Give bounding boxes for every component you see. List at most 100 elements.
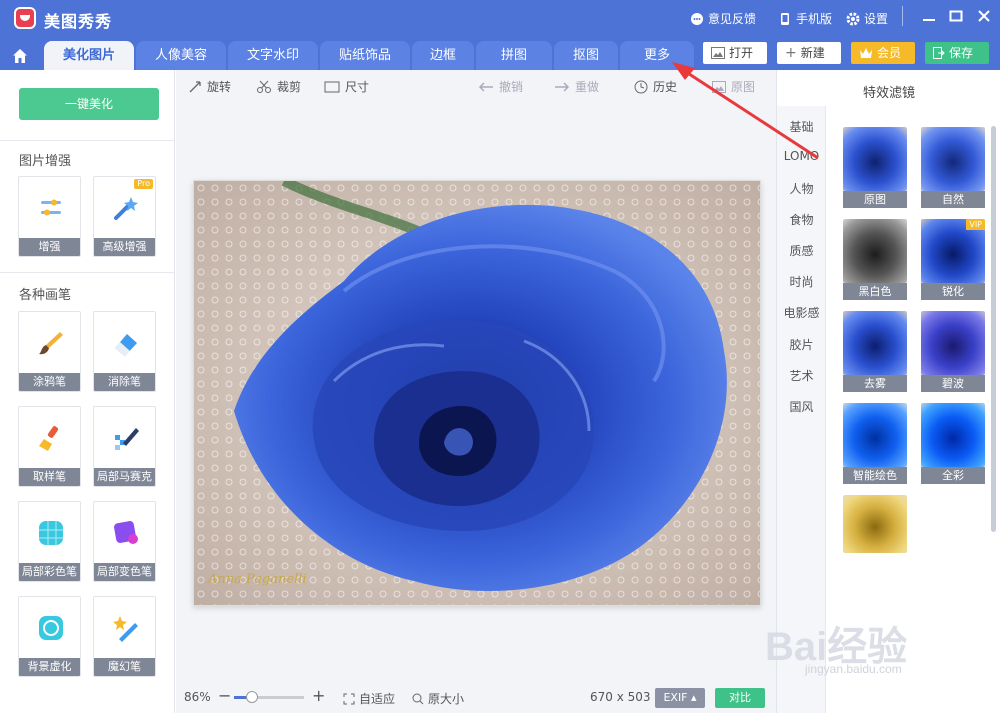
tool-doodle-pen[interactable]: 涂鸦笔 [18,311,81,392]
filter-original[interactable]: 原图 [843,127,907,209]
title-bar: 美图秀秀 意见反馈 手机版 设置 [0,0,1000,36]
filter-label: 自然 [921,191,985,208]
export-icon [933,47,945,59]
canvas-area: 旋转 裁剪 尺寸 撤销 重做 历史 原图 Anna Paganelli 86% … [176,70,776,713]
app-title: 美图秀秀 [44,12,113,31]
filter-dehaze[interactable]: 去雾 [843,311,907,393]
filter-smart-color[interactable]: 智能绘色 [843,403,907,485]
original-button[interactable]: 原图 [712,78,755,95]
tool-mosaic[interactable]: 局部马赛克 [93,406,156,487]
tab-collage[interactable]: 拼图 [476,41,552,70]
category-fashion[interactable]: 时尚 [777,273,826,290]
size-label: 尺寸 [345,80,370,94]
clock-icon [634,80,648,93]
tab-cutout[interactable]: 抠图 [554,41,618,70]
tool-label: 魔幻笔 [94,658,155,676]
new-label: 新建 [800,46,825,60]
tab-beautify[interactable]: 美化图片 [44,41,134,70]
filter-thumbnail [843,495,907,553]
home-button[interactable] [6,42,34,70]
tab-more[interactable]: 更多 [620,41,694,70]
crop-button[interactable]: 裁剪 [256,78,301,95]
one-key-beautify-button[interactable]: 一键美化 [19,88,159,120]
filter-panel-title: 特效滤镜 [862,86,915,101]
redo-button[interactable]: 重做 [554,78,599,95]
tool-background-blur[interactable]: 背景虚化 [18,596,81,677]
fit-button[interactable]: 自适应 [343,690,395,707]
divider [0,140,175,141]
zoom-slider-knob[interactable] [245,691,258,703]
save-button[interactable]: 保存 [925,42,989,64]
edited-photo[interactable]: Anna Paganelli [193,180,761,606]
section-title-brushes: 各种画笔 [19,288,72,303]
size-button[interactable]: 尺寸 [324,78,369,95]
left-sidebar: 一键美化 图片增强 增强 Pro 高级增强 各种画笔 涂鸦笔 消除笔 取样笔 局… [0,70,175,713]
tool-enhance[interactable]: 增强 [18,176,81,257]
exif-button[interactable]: EXIF ▴ [655,688,705,708]
tool-eraser-pen[interactable]: 消除笔 [93,311,156,392]
chat-icon [690,12,704,26]
compare-button[interactable]: 对比 [715,688,765,708]
filter-full-color[interactable]: 全彩 [921,403,985,485]
tab-stickers[interactable]: 贴纸饰品 [320,41,410,70]
settings-button[interactable]: 设置 [846,10,888,27]
feedback-button[interactable]: 意见反馈 [690,10,756,27]
category-texture[interactable]: 质感 [777,242,826,259]
minimize-button[interactable] [917,6,941,30]
tab-portrait[interactable]: 人像美容 [136,41,226,70]
feedback-label: 意见反馈 [708,12,757,26]
filter-thumbnail: VIP [921,219,985,283]
filter-scrollbar[interactable] [991,126,996,532]
filter-thumbnail [843,403,907,467]
tool-advanced-enhance[interactable]: Pro 高级增强 [93,176,156,257]
maximize-button[interactable] [944,6,968,30]
rotate-button[interactable]: 旋转 [188,78,231,95]
tool-local-recolor[interactable]: 局部变色笔 [93,501,156,582]
category-people[interactable]: 人物 [777,180,826,197]
filter-thumbnail [921,403,985,467]
category-food[interactable]: 食物 [777,211,826,228]
home-icon [13,49,27,63]
category-film[interactable]: 胶片 [777,336,826,353]
zoom-out-button[interactable]: − [218,686,231,705]
tab-frames[interactable]: 边框 [412,41,474,70]
filter-black-white[interactable]: 黑白色 [843,219,907,301]
filter-natural[interactable]: 自然 [921,127,985,209]
mosaic-pen-icon [115,428,139,450]
undo-button[interactable]: 撤销 [478,78,523,95]
zoom-level: 86% [184,690,211,704]
category-lomo[interactable]: LOMO [777,149,826,163]
close-button[interactable] [972,6,996,30]
category-basic[interactable]: 基础 [777,118,826,135]
category-art[interactable]: 艺术 [777,367,826,384]
tool-sample-pen[interactable]: 取样笔 [18,406,81,487]
tool-label: 增强 [19,238,80,256]
open-button[interactable]: 打开 [703,42,767,64]
filter-thumbnail [843,219,907,283]
vip-button[interactable]: 会员 [851,42,915,64]
save-label: 保存 [949,46,974,60]
paintbrush-icon [39,332,63,355]
filter-sharpen[interactable]: VIP 锐化 [921,219,985,301]
tool-magic-pen[interactable]: 魔幻笔 [93,596,156,677]
category-chinese-style[interactable]: 国风 [777,398,826,415]
filter-warm-gold[interactable] [843,495,907,577]
mobile-button[interactable]: 手机版 [778,10,832,27]
vip-label: 会员 [877,46,902,60]
history-label: 历史 [653,80,678,94]
eraser-icon [115,334,137,356]
tool-label: 局部彩色笔 [19,563,80,581]
zoom-in-button[interactable]: + [312,686,325,705]
filter-blue-wave[interactable]: 碧波 [921,311,985,393]
actual-size-button[interactable]: 原大小 [412,690,464,707]
compare-label: 对比 [729,691,751,704]
history-button[interactable]: 历史 [634,78,677,95]
zoom-slider[interactable] [234,691,304,703]
blur-icon [39,616,63,640]
close-icon [978,10,990,22]
tab-text-watermark[interactable]: 文字水印 [228,41,318,70]
category-cinematic[interactable]: 电影感 [777,304,826,321]
tool-local-color[interactable]: 局部彩色笔 [18,501,81,582]
watermark-url: jingyan.baidu.com [805,662,902,676]
new-button[interactable]: + 新建 [777,42,841,64]
